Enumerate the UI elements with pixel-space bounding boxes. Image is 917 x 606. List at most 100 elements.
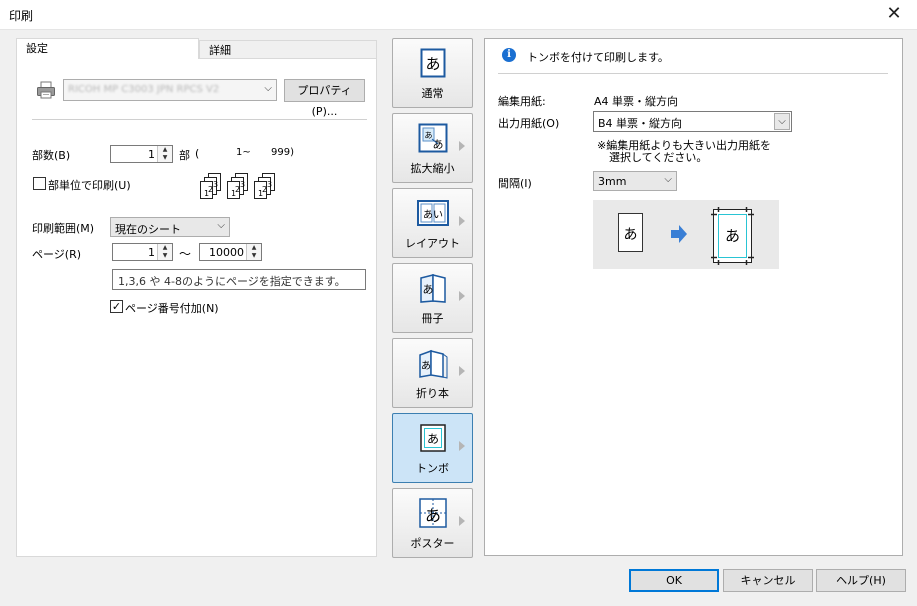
spin-up-icon[interactable]: ▲ bbox=[158, 146, 172, 154]
divider bbox=[32, 119, 367, 120]
mode-glyph: あ bbox=[423, 283, 434, 296]
output-paper-note-2: 選択してください。 bbox=[609, 151, 708, 164]
mode-glyph: あ bbox=[725, 227, 740, 245]
close-button[interactable]: ✕ bbox=[883, 4, 905, 26]
copies-updown[interactable]: ▲ ▼ bbox=[157, 146, 172, 162]
chevron-down-icon: ⌵ bbox=[664, 174, 672, 185]
mode-crop-marks-button[interactable]: あ トンボ bbox=[392, 413, 473, 483]
scale-icon: あ あ bbox=[418, 123, 448, 153]
folded-book-icon: あ bbox=[419, 349, 448, 379]
printer-select[interactable]: RICOH MP C3003 JPN RPCS V2 ⌵ bbox=[63, 79, 277, 101]
output-paper-select[interactable]: B4 単票・縦方向 ⌵ bbox=[593, 111, 792, 132]
copies-label: 部数(B) bbox=[32, 149, 71, 162]
mode-label-layout: レイアウト bbox=[405, 237, 460, 250]
mode-glyph: あ bbox=[425, 131, 433, 140]
arrow-right-icon bbox=[671, 225, 687, 243]
mode-label-crop-marks: トンボ bbox=[416, 462, 449, 475]
print-range-value: 現在のシート bbox=[115, 223, 181, 236]
properties-button[interactable]: プロパティ(P)... bbox=[284, 79, 365, 118]
collate-page-3c: 3 bbox=[267, 180, 272, 189]
mode-glyph: あ bbox=[433, 138, 444, 151]
mode-folded-book-button[interactable]: あ 折り本 bbox=[392, 338, 473, 408]
print-range-select[interactable]: 現在のシート ⌵ bbox=[110, 217, 230, 237]
mode-glyph: あ bbox=[425, 55, 440, 73]
mode-label-scale: 拡大縮小 bbox=[410, 162, 455, 175]
printer-icon bbox=[37, 81, 55, 99]
spacing-label: 間隔(I) bbox=[498, 177, 532, 190]
pages-hint-box: 1,3,6 や 4-8のようにページを指定できます。 bbox=[112, 269, 366, 290]
chevron-right-icon bbox=[459, 141, 465, 151]
spin-down-icon[interactable]: ▼ bbox=[158, 154, 172, 162]
pages-separator: ～ bbox=[179, 247, 192, 261]
chevron-down-icon[interactable]: ⌵ bbox=[774, 113, 790, 130]
mode-glyph: あ bbox=[427, 432, 439, 446]
tab-settings[interactable]: 設定 bbox=[16, 38, 199, 59]
mode-glyph: あ bbox=[425, 506, 441, 525]
pages-from-spinner[interactable]: 1 ▲ ▼ bbox=[112, 243, 173, 261]
chevron-right-icon bbox=[459, 366, 465, 376]
tab-details[interactable]: 詳細 bbox=[199, 40, 377, 59]
copies-range-from: 1~ bbox=[236, 147, 251, 158]
pages-from-updown[interactable]: ▲ ▼ bbox=[157, 244, 172, 260]
mode-label-normal: 通常 bbox=[421, 87, 444, 100]
mode-label-booklet: 冊子 bbox=[421, 312, 444, 325]
copies-range-to: 999) bbox=[271, 147, 294, 158]
crop-marks-preview: あ あ bbox=[593, 200, 779, 269]
spin-up-icon[interactable]: ▲ bbox=[158, 244, 172, 252]
info-icon: i bbox=[502, 48, 516, 62]
mode-glyph: あ bbox=[421, 360, 431, 372]
chevron-right-icon bbox=[459, 441, 465, 451]
mode-poster-button[interactable]: あ ポスター bbox=[392, 488, 473, 558]
preview-illustration: あ あ bbox=[618, 207, 754, 265]
copies-spinner[interactable]: 1 ▲ ▼ bbox=[110, 145, 173, 163]
output-paper-label: 出力用紙(O) bbox=[498, 117, 560, 130]
chevron-right-icon bbox=[459, 291, 465, 301]
pages-to-spinner[interactable]: 10000 ▲ ▼ bbox=[199, 243, 262, 261]
copies-value: 1 bbox=[148, 148, 155, 161]
mode-normal-button[interactable]: あ 通常 bbox=[392, 38, 473, 108]
help-button[interactable]: ヘルプ(H) bbox=[816, 569, 906, 592]
spacing-select[interactable]: 3mm ⌵ bbox=[593, 171, 677, 191]
edit-paper-label: 編集用紙: bbox=[498, 95, 546, 108]
spin-up-icon[interactable]: ▲ bbox=[247, 244, 261, 252]
page-number-checkbox[interactable]: ✓ bbox=[110, 300, 123, 313]
title-bar bbox=[0, 0, 917, 30]
mode-layout-button[interactable]: あい レイアウト bbox=[392, 188, 473, 258]
mode-booklet-button[interactable]: あ 冊子 bbox=[392, 263, 473, 333]
edit-paper-value: A4 単票・縦方向 bbox=[594, 95, 679, 108]
mode-label-poster: ポスター bbox=[410, 537, 455, 550]
copies-range-open: ( bbox=[195, 147, 200, 160]
collate-page-3b: 3 bbox=[240, 180, 245, 189]
mode-scale-button[interactable]: あ あ 拡大縮小 bbox=[392, 113, 473, 183]
page-number-label: ページ番号付加(N) bbox=[125, 302, 219, 315]
cancel-button[interactable]: キャンセル bbox=[723, 569, 813, 592]
mode-glyph: あ bbox=[624, 227, 638, 243]
ok-button[interactable]: OK bbox=[629, 569, 719, 592]
collate-checkbox[interactable] bbox=[33, 177, 46, 190]
spin-down-icon[interactable]: ▼ bbox=[158, 252, 172, 260]
pages-label: ページ(R) bbox=[32, 248, 82, 261]
layout-icon: あい bbox=[417, 200, 449, 226]
pages-to-updown[interactable]: ▲ ▼ bbox=[246, 244, 261, 260]
mode-glyph-layout: あい bbox=[423, 209, 443, 221]
pages-to-value: 10000 bbox=[209, 246, 244, 259]
spin-down-icon[interactable]: ▼ bbox=[247, 252, 261, 260]
collate-page-3: 3 bbox=[213, 180, 218, 189]
spacing-value: 3mm bbox=[598, 175, 627, 188]
chevron-down-icon: ⌵ bbox=[264, 83, 272, 94]
normal-icon: あ bbox=[420, 48, 446, 78]
collate-label: 部単位で印刷(U) bbox=[48, 179, 131, 192]
poster-icon: あ bbox=[419, 498, 447, 528]
pages-hint: 1,3,6 や 4-8のようにページを指定できます。 bbox=[118, 275, 346, 288]
mode-label-folded-book: 折り本 bbox=[416, 387, 449, 400]
chevron-right-icon bbox=[459, 516, 465, 526]
info-text: トンボを付けて印刷します。 bbox=[527, 51, 669, 64]
booklet-icon: あ bbox=[420, 274, 446, 303]
divider bbox=[498, 73, 888, 74]
crop-marks-icon: あ bbox=[420, 424, 446, 452]
chevron-down-icon: ⌵ bbox=[217, 220, 225, 231]
copies-unit: 部 bbox=[179, 149, 190, 162]
chevron-right-icon bbox=[459, 216, 465, 226]
window-title: 印刷 bbox=[9, 9, 34, 23]
print-range-label: 印刷範囲(M) bbox=[32, 222, 95, 235]
